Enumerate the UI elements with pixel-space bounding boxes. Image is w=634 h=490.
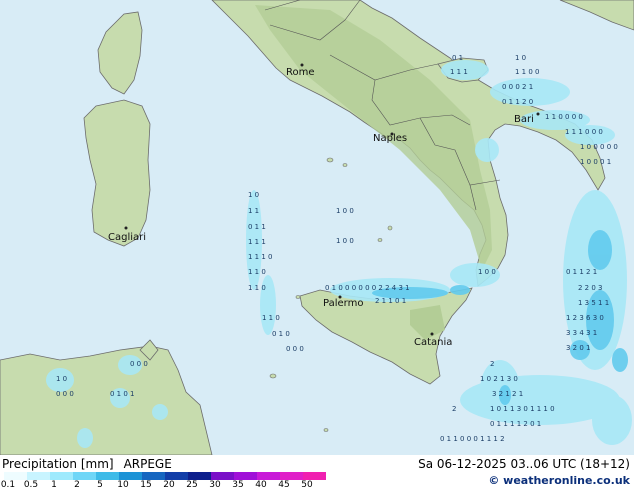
city-marker: [124, 226, 128, 230]
value-row: 0 1 1 1 1 2 0 1: [490, 420, 541, 428]
value-row: 1 1 1 0: [248, 253, 273, 261]
value-row: 2: [452, 405, 456, 413]
value-row: 3 3 4 3 1: [566, 329, 597, 337]
precipitation-map: 0 1 1 1 1 1 0 1 1 0 0 0 0 0 2 1 0 1 1 2 …: [0, 0, 634, 455]
map-canvas: 0 1 1 1 1 1 0 1 1 0 0 0 0 0 2 1 0 1 1 2 …: [0, 0, 634, 455]
value-row: 0 1 0: [272, 330, 290, 338]
value-row: 1 1 0: [262, 314, 280, 322]
scale-swatch: [303, 472, 326, 480]
value-row: 0 1 0 1: [110, 390, 135, 398]
value-row: 1 0: [248, 191, 259, 199]
scale-swatch: [165, 472, 188, 480]
value-row: 1 1 1: [248, 238, 266, 246]
city-marker: [430, 332, 434, 336]
sardinia: [83, 99, 151, 247]
value-row: 2: [490, 360, 494, 368]
scale-swatch: [142, 472, 165, 480]
value-row: 0 0 0: [56, 390, 74, 398]
scale-swatch: [188, 472, 211, 480]
value-row: 1 1: [248, 207, 259, 215]
value-row: 3 2 1 2 1: [492, 390, 523, 398]
city-label-cagliari: Cagliari: [108, 232, 146, 243]
scale-label: 5: [97, 480, 103, 490]
scale-labels: 0.1 0.5 1 2 5 10 15 20 25 30 35 40 45 50: [0, 480, 340, 490]
scale-label: 0.1: [0, 480, 16, 490]
legend-title: Precipitation [mm] ARPEGE: [2, 457, 172, 471]
value-row: 0 1 0 0 0 0 0 0 2 2 4 3 1: [325, 284, 410, 292]
value-row: 0 1 1 2 0: [502, 98, 533, 106]
scale-label: 10: [117, 480, 129, 490]
value-row: 3 2 0 1: [566, 344, 591, 352]
scale-swatch: [280, 472, 303, 480]
value-row: 2 2 0 3: [578, 284, 603, 292]
city-marker: [536, 112, 540, 116]
value-row: 0 1: [452, 54, 463, 62]
scale-swatch: [27, 472, 50, 480]
value-row: 1 1 0: [248, 284, 266, 292]
value-row: 0 0 0: [130, 360, 148, 368]
value-row: 1 0 0: [478, 268, 496, 276]
scale-swatch: [119, 472, 142, 480]
scale-label: 1: [51, 480, 57, 490]
legend-variable: Precipitation [mm]: [2, 457, 114, 471]
credit-link[interactable]: © weatheronline.co.uk: [488, 474, 630, 487]
legend-model: ARPEGE: [123, 457, 172, 471]
scale-swatch: [4, 472, 27, 480]
scale-label: 0.5: [23, 480, 39, 490]
scale-swatch: [257, 472, 280, 480]
scale-label: 25: [186, 480, 198, 490]
scale-swatch: [73, 472, 96, 480]
scale-label: 35: [232, 480, 244, 490]
value-row: 2 1 1 0 1: [375, 297, 406, 305]
value-row: 1 2 3 6 3 0: [566, 314, 604, 322]
value-row: 1 1 0: [248, 268, 266, 276]
value-row: 0 1 1 2 1: [566, 268, 597, 276]
value-row: 1 0 0: [336, 237, 354, 245]
scale-swatch: [211, 472, 234, 480]
scale-swatch: [234, 472, 257, 480]
scale-label: 2: [74, 480, 80, 490]
city-label-bari: Bari: [514, 114, 534, 125]
city-label-naples: Naples: [373, 133, 407, 144]
scale-label: 50: [301, 480, 313, 490]
value-row: 1 1 1 0 0 0: [565, 128, 603, 136]
value-row: 0 1 1 0 0 0 1 1 1 2: [440, 435, 505, 443]
color-scale: [4, 472, 326, 480]
value-row: 1 0 0: [336, 207, 354, 215]
value-row: 1 0 2 1 3 0: [480, 375, 518, 383]
city-label-catania: Catania: [414, 337, 452, 348]
value-row: 1 1 0 0: [515, 68, 540, 76]
scale-swatch: [50, 472, 73, 480]
scale-label: 45: [278, 480, 290, 490]
value-row: 1 0 0 0 1: [580, 158, 611, 166]
value-row: 0 0 0: [286, 345, 304, 353]
scale-label: 20: [163, 480, 175, 490]
scale-label: 40: [255, 480, 267, 490]
scale-label: 15: [140, 480, 152, 490]
value-row: 1 1 1: [450, 68, 468, 76]
valid-time: Sa 06-12-2025 03..06 UTC (18+12): [418, 457, 630, 471]
value-row: 1 3 5 1 1: [578, 299, 609, 307]
city-label-rome: Rome: [286, 67, 315, 78]
scale-swatch: [96, 472, 119, 480]
value-row: 0 1 1: [248, 223, 266, 231]
value-row: 1 0: [56, 375, 67, 383]
value-row: 1 1 0 0 0 0: [545, 113, 583, 121]
scale-label: 30: [209, 480, 221, 490]
legend-footer: Precipitation [mm] ARPEGE Sa 06-12-2025 0…: [0, 455, 634, 490]
value-row: 1 0: [515, 54, 526, 62]
value-row: 1 0 1 1 3 0 1 1 1 0: [490, 405, 555, 413]
city-label-palermo: Palermo: [323, 298, 363, 309]
value-row: 1 0 0 0 0 0: [580, 143, 618, 151]
value-row: 0 0 0 2 1: [502, 83, 533, 91]
